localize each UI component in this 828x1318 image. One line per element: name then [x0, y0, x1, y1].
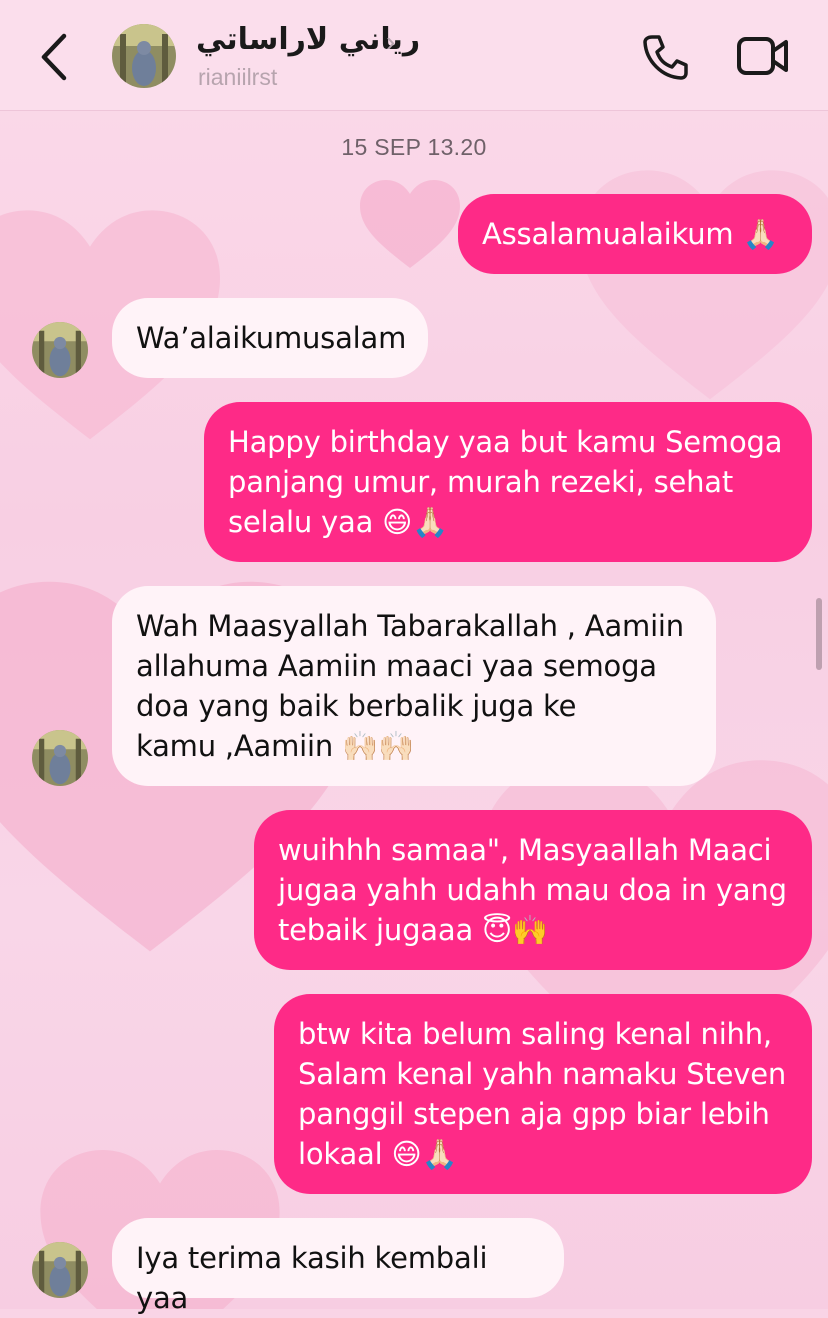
message-bubble-outgoing[interactable]: wuihhh samaa", Masyaallah Maaci jugaa ya… — [254, 810, 812, 970]
contact-avatar[interactable] — [112, 24, 176, 88]
date-separator: 15 SEP 13.20 — [341, 134, 487, 160]
message-bubble-incoming[interactable]: Wah Maasyallah Tabarakallah , Aamiin all… — [112, 586, 716, 786]
contact-username: rianiilrst — [198, 64, 278, 90]
sender-avatar[interactable] — [32, 322, 88, 378]
video-camera-icon — [737, 37, 788, 75]
chat-header: رياني لاراساتي › rianiilrst — [0, 0, 828, 111]
sender-avatar[interactable] — [32, 730, 88, 786]
phone-icon — [643, 35, 688, 80]
back-button[interactable] — [36, 30, 76, 84]
voice-call-button[interactable] — [640, 32, 690, 82]
scrollbar[interactable] — [816, 598, 822, 670]
message-bubble-incoming[interactable]: Wa’alaikumusalam — [112, 298, 428, 378]
chevron-left-icon — [41, 33, 67, 81]
message-bubble-outgoing[interactable]: btw kita belum saling kenal nihh, Salam … — [274, 994, 812, 1194]
message-bubble-outgoing[interactable]: Assalamualaikum 🙏🏻 — [458, 194, 812, 274]
video-call-button[interactable] — [736, 34, 790, 78]
sender-avatar[interactable] — [32, 1242, 88, 1298]
message-bubble-incoming[interactable]: Iya terima kasih kembali yaa — [112, 1218, 564, 1315]
chevron-right-icon[interactable]: › — [386, 26, 395, 58]
message-bubble-outgoing[interactable]: Happy birthday yaa but kamu Semoga panja… — [204, 402, 812, 562]
